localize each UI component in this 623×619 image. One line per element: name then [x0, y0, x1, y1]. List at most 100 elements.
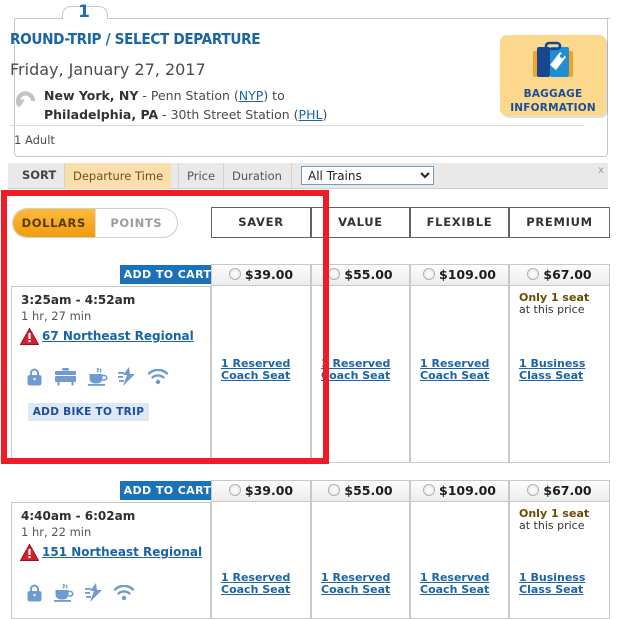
- fare-price-cell-value[interactable]: $55.00: [311, 480, 410, 502]
- trip-duration: 1 hr, 22 min: [21, 525, 92, 539]
- page-title: ROUND-TRIP / SELECT DEPARTURE: [10, 30, 261, 48]
- sort-option-duration[interactable]: Duration: [224, 163, 290, 189]
- carry-on-bag-icon: [26, 368, 43, 389]
- close-icon[interactable]: x: [598, 165, 604, 176]
- train-filter-select[interactable]: All Trains: [301, 166, 434, 185]
- fare-seat-cell-saver: 1 Reserved Coach Seat: [211, 286, 311, 463]
- baggage-label-line1: BAGGAGE: [523, 88, 583, 100]
- fare-class-header-premium: PREMIUM: [509, 207, 610, 238]
- suitcase-icon: [500, 41, 606, 86]
- seat-link-saver[interactable]: 1 Reserved Coach Seat: [221, 572, 290, 596]
- fare-price-saver: $39.00: [244, 267, 294, 282]
- fare-price-flexible: $109.00: [439, 483, 496, 498]
- fare-price-cell-flexible[interactable]: $109.00: [410, 480, 509, 502]
- fare-class-header-value: VALUE: [311, 207, 410, 238]
- power-outlet-icon: [118, 367, 137, 389]
- train-name-link[interactable]: 151 Northeast Regional: [42, 545, 202, 559]
- destination-city: Philadelphia, PA: [44, 107, 159, 122]
- limited-seat-note-rest: at this price: [519, 519, 585, 532]
- seat-link-value[interactable]: 1 Reserved Coach Seat: [321, 358, 390, 382]
- limited-seat-note-rest: at this price: [519, 303, 585, 316]
- limited-seat-note: Only 1 seat at this price: [519, 508, 589, 532]
- fare-radio-saver[interactable]: [228, 268, 241, 280]
- fare-price-premium: $67.00: [543, 483, 592, 498]
- sort-bar: SORT Departure Time Price Duration All T…: [8, 163, 608, 189]
- fare-seat-cell-value: 1 Reserved Coach Seat: [311, 286, 410, 463]
- passenger-count: 1 Adult: [14, 133, 55, 147]
- fare-price-cell-saver[interactable]: $39.00: [211, 264, 311, 286]
- fare-radio-value[interactable]: [328, 268, 341, 280]
- seat-link-flexible[interactable]: 1 Reserved Coach Seat: [420, 572, 489, 596]
- origin-city: New York, NY: [44, 88, 139, 103]
- warning-triangle-icon[interactable]: [19, 543, 40, 564]
- fare-price-cell-premium[interactable]: $67.00: [509, 480, 610, 502]
- trip-times: 3:25am - 4:52am: [21, 293, 136, 307]
- checked-baggage-icon: [54, 367, 77, 389]
- fare-seat-cell-saver: 1 Reserved Coach Seat: [211, 502, 311, 619]
- fare-price-saver: $39.00: [244, 483, 294, 498]
- carry-on-bag-icon: [26, 584, 43, 605]
- origin-tail: ) to: [263, 88, 285, 103]
- fare-seat-cell-flexible: 1 Reserved Coach Seat: [410, 502, 509, 619]
- trip-row: ADD TO CART $39.00 $55.00 $109.00 $67.00…: [8, 480, 610, 619]
- fare-radio-flexible[interactable]: [423, 484, 436, 496]
- seat-link-flexible[interactable]: 1 Reserved Coach Seat: [420, 358, 489, 382]
- fare-price-cell-premium[interactable]: $67.00: [509, 264, 610, 286]
- train-name-link[interactable]: 67 Northeast Regional: [42, 329, 194, 343]
- fare-radio-flexible[interactable]: [423, 268, 436, 280]
- add-to-cart-button[interactable]: ADD TO CART: [120, 265, 215, 284]
- trip-duration: 1 hr, 27 min: [21, 309, 92, 323]
- cafe-coffee-icon: [87, 366, 108, 389]
- fare-class-header-flexible: FLEXIBLE: [410, 207, 509, 238]
- baggage-label-line2: INFORMATION: [510, 102, 596, 114]
- sort-option-price[interactable]: Price: [179, 163, 223, 189]
- fare-price-value: $55.00: [344, 267, 393, 282]
- sort-divider: [291, 163, 292, 189]
- currency-toggle[interactable]: DOLLARS POINTS: [12, 208, 178, 238]
- power-outlet-icon: [84, 583, 104, 605]
- destination-tail: ): [322, 107, 328, 122]
- toggle-dollars[interactable]: DOLLARS: [13, 209, 95, 237]
- fare-class-header-saver: SAVER: [211, 207, 311, 238]
- amenities-row: [26, 366, 175, 389]
- header-divider: [10, 125, 584, 126]
- add-to-cart-button[interactable]: ADD TO CART: [120, 481, 215, 500]
- origin-station: - Penn Station (: [138, 88, 239, 103]
- roundtrip-arrow-icon: [14, 88, 40, 114]
- warning-triangle-icon[interactable]: [19, 327, 40, 348]
- trip-detail-box: 4:40am - 6:02am 1 hr, 22 min 151 Northea…: [11, 502, 211, 619]
- fare-price-cell-flexible[interactable]: $109.00: [410, 264, 509, 286]
- wifi-icon: [148, 368, 169, 388]
- fare-seat-cell-premium: Only 1 seat at this price 1 Business Clas…: [509, 502, 610, 619]
- fare-price-cell-saver[interactable]: $39.00: [211, 480, 311, 502]
- cafe-coffee-icon: [53, 582, 74, 605]
- trip-row: ADD TO CART $39.00 $55.00 $109.00 $67.00…: [8, 264, 610, 463]
- fare-price-premium: $67.00: [543, 267, 592, 282]
- wifi-icon: [114, 584, 135, 604]
- fare-radio-premium[interactable]: [527, 268, 540, 280]
- baggage-information-button[interactable]: BAGGAGE INFORMATION: [500, 35, 606, 116]
- fare-radio-saver[interactable]: [228, 484, 241, 496]
- toggle-points[interactable]: POINTS: [94, 209, 178, 237]
- destination-station: - 30th Street Station (: [158, 107, 299, 122]
- add-bike-to-trip-button[interactable]: ADD BIKE TO TRIP: [28, 403, 149, 421]
- seat-link-premium[interactable]: 1 Business Class Seat: [519, 358, 585, 382]
- limited-seat-note: Only 1 seat at this price: [519, 292, 589, 316]
- fare-radio-value[interactable]: [328, 484, 341, 496]
- sort-option-departure-time[interactable]: Departure Time: [65, 163, 172, 189]
- fare-price-value: $55.00: [344, 483, 393, 498]
- trip-times: 4:40am - 6:02am: [21, 509, 136, 523]
- destination-code-link[interactable]: PHL: [299, 107, 323, 122]
- seat-link-premium[interactable]: 1 Business Class Seat: [519, 572, 585, 596]
- seat-link-saver[interactable]: 1 Reserved Coach Seat: [221, 358, 290, 382]
- origin-code-link[interactable]: NYP: [239, 88, 264, 103]
- trip-date: Friday, January 27, 2017: [10, 60, 206, 79]
- trip-detail-box: 3:25am - 4:52am 1 hr, 27 min 67 Northeas…: [11, 286, 211, 463]
- fare-price-cell-value[interactable]: $55.00: [311, 264, 410, 286]
- fare-seat-cell-flexible: 1 Reserved Coach Seat: [410, 286, 509, 463]
- fare-seat-cell-value: 1 Reserved Coach Seat: [311, 502, 410, 619]
- sort-label: SORT: [22, 168, 57, 182]
- seat-link-value[interactable]: 1 Reserved Coach Seat: [321, 572, 390, 596]
- fare-price-flexible: $109.00: [439, 267, 496, 282]
- fare-radio-premium[interactable]: [527, 484, 540, 496]
